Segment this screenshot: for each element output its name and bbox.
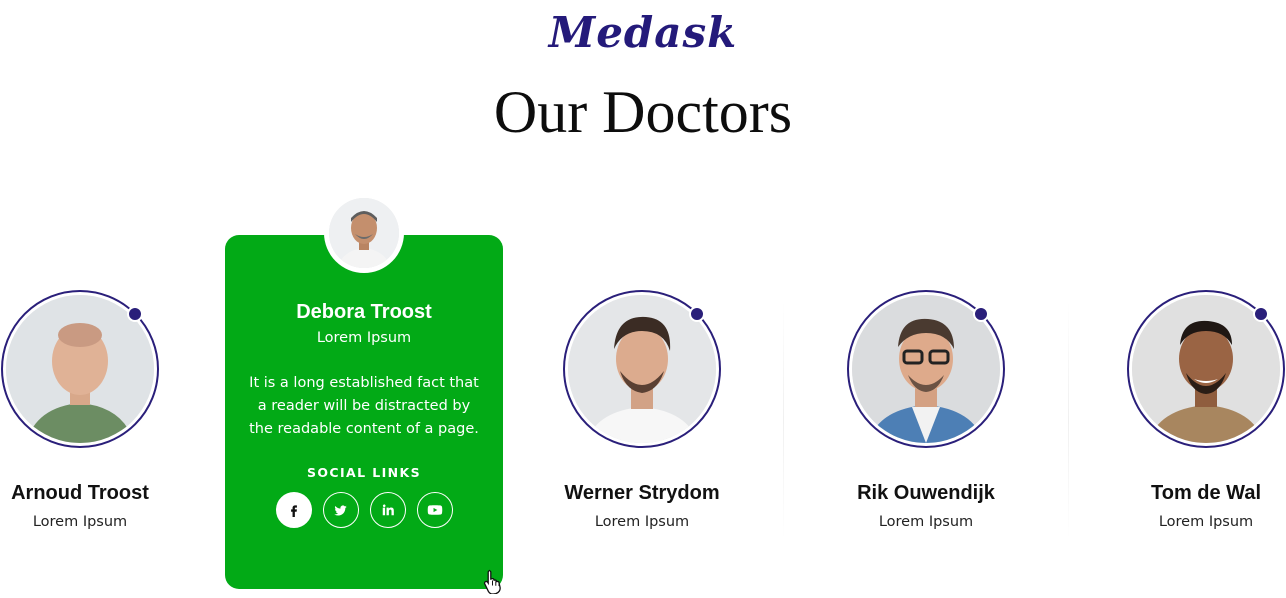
section-heading: Our Doctors (493, 79, 793, 145)
doctor-name: Rik Ouwendijk (857, 482, 995, 504)
doctor-role: Lorem Ipsum (32, 514, 128, 530)
linkedin-icon[interactable] (369, 492, 406, 528)
social-links (225, 492, 503, 528)
doctor-card-rik[interactable]: Rik Ouwendijk Lorem Ipsum (841, 290, 1011, 530)
social-links-title: SOCIAL LINKS (306, 465, 421, 480)
status-dot (127, 306, 143, 322)
doctor-name: Debora Troost (296, 301, 432, 323)
doctor-role: Lorem Ipsum (316, 330, 412, 346)
card-divider (1068, 300, 1069, 540)
youtube-icon[interactable] (416, 492, 453, 528)
doctor-name: Arnoud Troost (11, 482, 149, 504)
avatar (1, 290, 159, 448)
doctor-role: Lorem Ipsum (594, 514, 690, 530)
doctor-name: Tom de Wal (1151, 482, 1261, 504)
doctor-card-arnoud[interactable]: Arnoud Troost Lorem Ipsum (0, 290, 165, 530)
doctor-role: Lorem Ipsum (878, 514, 974, 530)
avatar (847, 290, 1005, 448)
brand-logo: Medask (548, 8, 738, 57)
doctor-card-tom[interactable]: Tom de Wal Lorem Ipsum (1121, 290, 1286, 530)
status-dot (973, 306, 989, 322)
doctor-card-werner[interactable]: Werner Strydom Lorem Ipsum (557, 290, 727, 530)
facebook-icon[interactable] (275, 492, 312, 528)
status-dot (689, 306, 705, 322)
doctor-card-debora-active[interactable]: Debora Troost Lorem Ipsum It is a long e… (225, 193, 503, 589)
avatar (1127, 290, 1285, 448)
avatar (324, 193, 404, 273)
hand-cursor-icon (482, 568, 506, 598)
twitter-icon[interactable] (322, 492, 359, 528)
status-dot (1253, 306, 1269, 322)
avatar (563, 290, 721, 448)
doctor-name: Werner Strydom (564, 482, 720, 504)
doctor-bio: It is a long established fact that a rea… (249, 375, 479, 437)
doctor-role: Lorem Ipsum (1158, 514, 1254, 530)
card-divider (783, 300, 784, 540)
